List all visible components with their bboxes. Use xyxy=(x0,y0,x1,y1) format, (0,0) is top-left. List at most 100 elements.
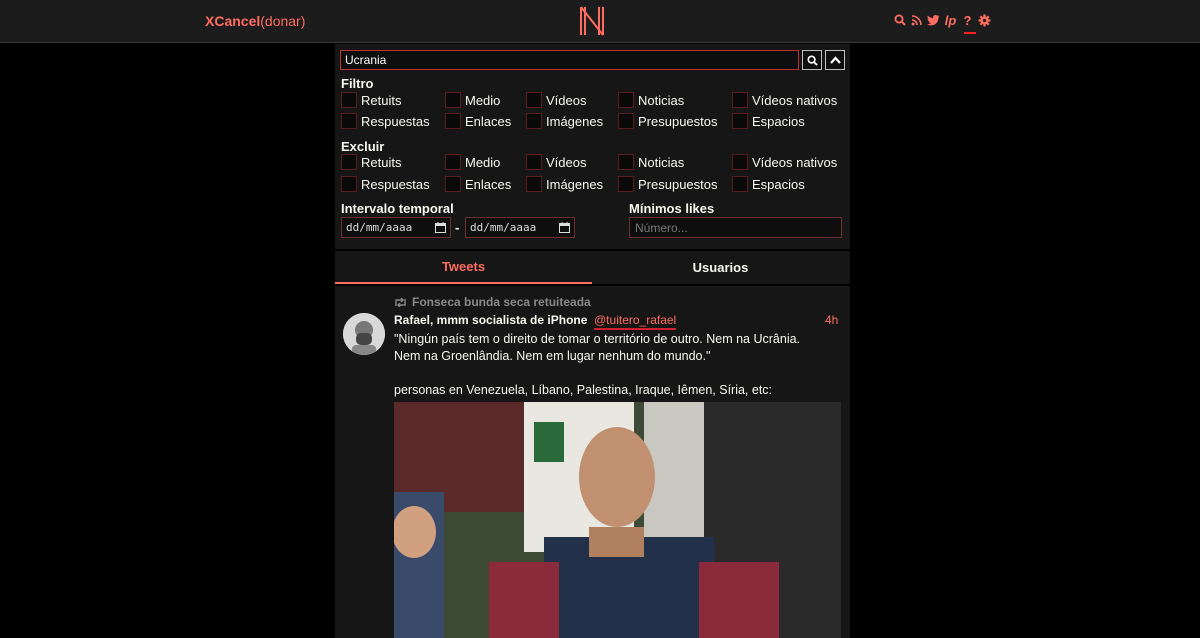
date-range-label: Intervalo temporal xyxy=(341,201,454,216)
brand-name[interactable]: XCancel xyxy=(205,13,260,29)
tweet-media[interactable] xyxy=(394,402,841,638)
search-button[interactable] xyxy=(802,50,822,70)
donate-link[interactable]: (donar) xyxy=(260,13,305,29)
date-from-input[interactable]: dd/mm/aaaa xyxy=(341,217,451,238)
checkbox-label: Vídeos nativos xyxy=(752,154,838,170)
checkbox-label: Retuits xyxy=(361,154,402,170)
nitter-logo[interactable] xyxy=(578,5,606,37)
tweet-text-line: personas en Venezuela, Líbano, Palestina… xyxy=(394,383,773,397)
checkbox[interactable] xyxy=(341,92,357,108)
checkbox[interactable] xyxy=(732,154,748,170)
filter-option[interactable]: Presupuestos xyxy=(618,113,718,129)
avatar[interactable] xyxy=(343,313,385,355)
filter-option[interactable]: Noticias xyxy=(618,92,684,108)
tweet-fullname[interactable]: Rafael, mmm socialista de iPhone xyxy=(394,313,587,327)
filter-option[interactable]: Imágenes xyxy=(526,113,603,129)
checkbox[interactable] xyxy=(526,176,542,192)
filter-option[interactable]: Respuestas xyxy=(341,113,430,129)
exclude-title: Excluir xyxy=(341,139,385,154)
min-likes-label: Mínimos likes xyxy=(629,201,715,216)
filter-title: Filtro xyxy=(341,76,374,91)
filter-option[interactable]: Vídeos xyxy=(526,92,586,108)
exclude-option[interactable]: Espacios xyxy=(732,176,805,192)
filter-option[interactable]: Medio xyxy=(445,92,500,108)
lp-icon[interactable]: lp xyxy=(944,13,957,28)
tweet-text-line: "Ningún país tem o direito de tomar o te… xyxy=(394,332,801,346)
exclude-option[interactable]: Presupuestos xyxy=(618,176,718,192)
filter-option[interactable]: Enlaces xyxy=(445,113,511,129)
exclude-option[interactable]: Enlaces xyxy=(445,176,511,192)
checkbox[interactable] xyxy=(341,176,357,192)
calendar-icon[interactable] xyxy=(559,222,570,233)
exclude-option[interactable]: Vídeos xyxy=(526,154,586,170)
checkbox-label: Vídeos nativos xyxy=(752,92,838,108)
retweet-icon xyxy=(395,297,406,307)
filter-option[interactable]: Retuits xyxy=(341,92,401,108)
date-separator: - xyxy=(455,220,460,235)
exclude-option[interactable]: Retuits xyxy=(341,154,401,170)
twitter-icon[interactable] xyxy=(927,13,940,27)
checkbox[interactable] xyxy=(526,113,542,129)
exclude-option[interactable]: Imágenes xyxy=(526,176,603,192)
checkbox[interactable] xyxy=(341,113,357,129)
retweet-header[interactable]: Fonseca bunda seca retuiteada xyxy=(394,295,591,309)
checkbox[interactable] xyxy=(618,92,634,108)
checkbox-label: Presupuestos xyxy=(638,113,718,129)
checkbox[interactable] xyxy=(618,154,634,170)
checkbox[interactable] xyxy=(526,154,542,170)
checkbox[interactable] xyxy=(618,176,634,192)
tweet-date[interactable]: 4h xyxy=(825,313,838,327)
gear-icon[interactable] xyxy=(978,13,991,27)
checkbox[interactable] xyxy=(341,154,357,170)
tabs-bar: Tweets Usuarios xyxy=(335,251,850,284)
search-input[interactable]: Ucrania xyxy=(340,50,799,70)
brand[interactable]: XCancel(donar) xyxy=(205,13,305,29)
calendar-icon[interactable] xyxy=(435,222,446,233)
checkbox-label: Medio xyxy=(465,92,501,108)
filter-option[interactable]: Espacios xyxy=(732,113,805,129)
exclude-option[interactable]: Noticias xyxy=(618,154,684,170)
checkbox[interactable] xyxy=(526,92,542,108)
retweet-header-text: Fonseca bunda seca retuiteada xyxy=(412,295,591,309)
navbar: XCancel(donar) lp ? xyxy=(0,0,1200,43)
nav-icons: lp ? xyxy=(893,13,991,34)
exclude-option[interactable]: Medio xyxy=(445,154,500,170)
checkbox-label: Respuestas xyxy=(361,113,430,129)
checkbox-label: Medio xyxy=(465,154,501,170)
search-icon[interactable] xyxy=(893,13,906,27)
collapse-button[interactable] xyxy=(825,50,845,70)
checkbox[interactable] xyxy=(445,176,461,192)
filter-option[interactable]: Vídeos nativos xyxy=(732,92,837,108)
checkbox[interactable] xyxy=(732,92,748,108)
checkbox-label: Enlaces xyxy=(465,113,512,129)
checkbox[interactable] xyxy=(618,113,634,129)
checkbox[interactable] xyxy=(732,113,748,129)
checkbox[interactable] xyxy=(445,154,461,170)
search-icon xyxy=(806,54,818,66)
checkbox[interactable] xyxy=(445,92,461,108)
exclude-option[interactable]: Vídeos nativos xyxy=(732,154,837,170)
checkbox-label: Noticias xyxy=(638,154,685,170)
tab-tweets[interactable]: Tweets xyxy=(335,251,592,284)
date-to-placeholder: dd/mm/aaaa xyxy=(470,221,537,234)
checkbox-label: Respuestas xyxy=(361,176,430,192)
checkbox-label: Presupuestos xyxy=(638,176,718,192)
chevron-up-icon xyxy=(829,56,841,64)
exclude-option[interactable]: Respuestas xyxy=(341,176,430,192)
rss-icon[interactable] xyxy=(910,13,923,27)
checkbox[interactable] xyxy=(445,113,461,129)
tweet-text: "Ningún país tem o direito de tomar o te… xyxy=(394,331,844,399)
tab-users[interactable]: Usuarios xyxy=(592,251,849,284)
active-indicator xyxy=(964,32,976,34)
checkbox-label: Espacios xyxy=(752,176,805,192)
help-icon[interactable]: ? xyxy=(961,13,974,28)
checkbox-label: Vídeos xyxy=(546,154,587,170)
tweet-text-line: Nem na Groenlândia. Nem em lugar nenhum … xyxy=(394,349,711,363)
date-from-placeholder: dd/mm/aaaa xyxy=(346,221,413,234)
checkbox[interactable] xyxy=(732,176,748,192)
checkbox-label: Imágenes xyxy=(546,113,604,129)
tweet-username[interactable]: @tuitero_rafael xyxy=(594,313,677,330)
checkbox-label: Vídeos xyxy=(546,92,587,108)
min-likes-input[interactable]: Número... xyxy=(629,217,842,238)
date-to-input[interactable]: dd/mm/aaaa xyxy=(465,217,575,238)
